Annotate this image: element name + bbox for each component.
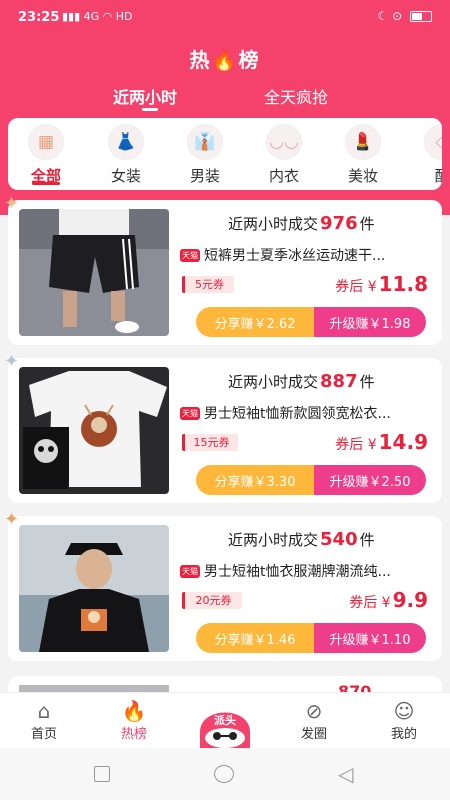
status-bar: 23:25 ▮▮▮ 4G ◠ HD ☾ ⊙ bbox=[0, 0, 450, 36]
sales-count: 近两小时成交 976 件 bbox=[228, 213, 375, 234]
signal-icon: ▮▮▮ 4G ◠ HD bbox=[62, 10, 133, 23]
category-all[interactable]: ▦ 全部 bbox=[16, 124, 76, 186]
coupon-badge: 20元券 bbox=[182, 592, 242, 609]
category-indicator bbox=[32, 182, 60, 185]
bra-icon: ◡◡ bbox=[266, 124, 302, 160]
category-bar: ▦ 全部 👗 女装 👔 男装 ◡◡ 内衣 💄 美妆 ◇ 配 bbox=[8, 118, 442, 190]
home-icon: ⌂ bbox=[37, 699, 51, 723]
category-women[interactable]: 👗 女装 bbox=[96, 124, 156, 186]
upgrade-earn-button[interactable]: 升级赚￥1.98 bbox=[314, 307, 426, 337]
product-image[interactable] bbox=[19, 367, 169, 494]
nav-home[interactable]: ⌂ 首页 bbox=[14, 699, 74, 742]
price-after-coupon: 券后 ¥14.9 bbox=[335, 430, 428, 454]
share-earn-button[interactable]: 分享赚￥1.46 bbox=[196, 623, 314, 653]
tab-indicator bbox=[142, 108, 158, 111]
tmall-icon: 天猫 bbox=[180, 407, 200, 420]
paitou-mascot-icon[interactable]: 派头 bbox=[196, 694, 254, 748]
share-earn-button[interactable]: 分享赚￥2.62 bbox=[196, 307, 314, 337]
tmall-icon: 天猫 bbox=[180, 565, 200, 578]
grid-icon: ▦ bbox=[28, 124, 64, 160]
coupon-badge: 15元券 bbox=[182, 434, 238, 451]
product-card[interactable]: ✦ 近两小时成交 976 件 天猫 短裤男士夏季冰丝运动速干... 5元券 券后 ¥1… bbox=[4, 194, 442, 345]
battery-icon: ☾ ⊙ bbox=[378, 9, 432, 23]
tab-all-day[interactable]: 全天疯抢 bbox=[264, 84, 328, 108]
nav-hot-list[interactable]: 🔥 热榜 bbox=[104, 699, 164, 742]
sales-count: 近两小时成交 540 件 bbox=[228, 529, 375, 550]
status-time: 23:25 bbox=[18, 10, 60, 25]
shirt-icon: 👔 bbox=[187, 124, 223, 160]
upgrade-earn-button[interactable]: 升级赚￥1.10 bbox=[314, 623, 426, 653]
category-men[interactable]: 👔 男装 bbox=[175, 124, 235, 186]
compass-icon: ⊘ bbox=[305, 699, 323, 723]
category-underwear[interactable]: ◡◡ 内衣 bbox=[254, 124, 314, 186]
nav-profile[interactable]: ☺ 我的 bbox=[374, 699, 434, 742]
upgrade-earn-button[interactable]: 升级赚￥2.50 bbox=[314, 465, 426, 495]
time-tabs: 近两小时 全天疯抢 bbox=[0, 84, 450, 114]
product-title[interactable]: 天猫 男士短袖t恤衣服潮牌潮流纯... bbox=[180, 561, 435, 581]
home-button-icon[interactable] bbox=[214, 765, 234, 783]
system-navigation-bar: ◁ bbox=[0, 748, 450, 800]
sales-count: 近两小时成交 887 件 bbox=[228, 371, 375, 392]
product-image[interactable] bbox=[19, 209, 169, 336]
category-makeup[interactable]: 💄 美妆 bbox=[333, 124, 393, 186]
nav-moments[interactable]: ⊘ 发圈 bbox=[284, 699, 344, 742]
coupon-badge: 5元券 bbox=[182, 276, 234, 293]
price-after-coupon: 券后 ¥9.9 bbox=[349, 588, 428, 612]
tmall-icon: 天猫 bbox=[180, 249, 200, 262]
product-card[interactable]: ✦ 近两小时成交 887 件 天猫 男士短袖t恤新款圆领宽松衣... 15元券 券后 … bbox=[4, 352, 442, 503]
product-image[interactable] bbox=[19, 525, 169, 652]
category-accessory[interactable]: ◇ 配 bbox=[412, 124, 442, 186]
flame-icon: 🔥 bbox=[121, 699, 147, 723]
page-title: 热🔥榜 bbox=[189, 48, 261, 72]
product-card[interactable]: ✦ 近两小时成交 540 件 天猫 男士短袖t恤衣服潮牌潮流纯... 20元券 券后 … bbox=[4, 510, 442, 661]
product-title[interactable]: 天猫 男士短袖t恤新款圆领宽松衣... bbox=[180, 403, 435, 423]
recents-icon[interactable] bbox=[94, 766, 110, 782]
tab-recent-two-hours[interactable]: 近两小时 bbox=[113, 84, 177, 108]
product-title[interactable]: 天猫 短裤男士夏季冰丝运动速干... bbox=[180, 245, 435, 265]
accessory-icon: ◇ bbox=[424, 124, 442, 160]
profile-icon: ☺ bbox=[393, 699, 415, 723]
dress-icon: 👗 bbox=[108, 124, 144, 160]
back-icon[interactable]: ◁ bbox=[338, 762, 353, 786]
lipstick-icon: 💄 bbox=[345, 124, 381, 160]
paitou-label: 派头 bbox=[214, 713, 236, 727]
share-earn-button[interactable]: 分享赚￥3.30 bbox=[196, 465, 314, 495]
price-after-coupon: 券后 ¥11.8 bbox=[335, 272, 428, 296]
